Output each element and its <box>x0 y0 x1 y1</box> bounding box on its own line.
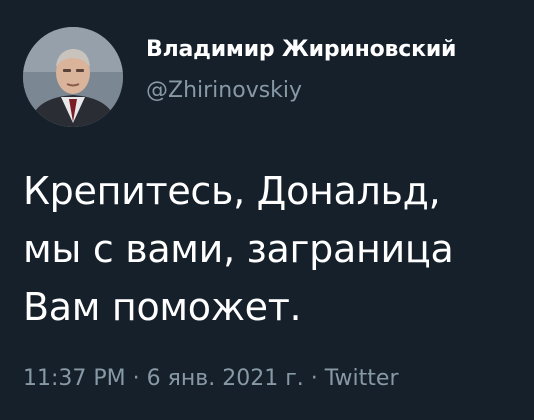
tweet-source[interactable]: Twitter <box>325 366 399 391</box>
tweet-text-line: мы с вами, заграница <box>23 227 454 271</box>
display-name[interactable]: Владимир Жириновский <box>146 37 456 62</box>
tweet-meta: 11:37 PM · 6 янв. 2021 г. · Twitter <box>23 366 398 391</box>
profile-photo-icon <box>23 27 123 127</box>
meta-separator: · <box>132 366 140 391</box>
tweet-text-line: Крепитесь, Дональд, <box>23 169 441 213</box>
meta-separator: · <box>310 366 318 391</box>
tweet-text: Крепитесь, Дональд, мы с вами, заграница… <box>23 162 523 336</box>
tweet-card: Владимир Жириновский @Zhirinovskiy Крепи… <box>0 0 534 420</box>
tweet-date[interactable]: 6 янв. 2021 г. <box>147 366 304 391</box>
user-handle[interactable]: @Zhirinovskiy <box>146 78 302 103</box>
tweet-time[interactable]: 11:37 PM <box>23 366 126 391</box>
tweet-text-line: Вам поможет. <box>23 285 302 329</box>
avatar[interactable] <box>23 27 123 127</box>
